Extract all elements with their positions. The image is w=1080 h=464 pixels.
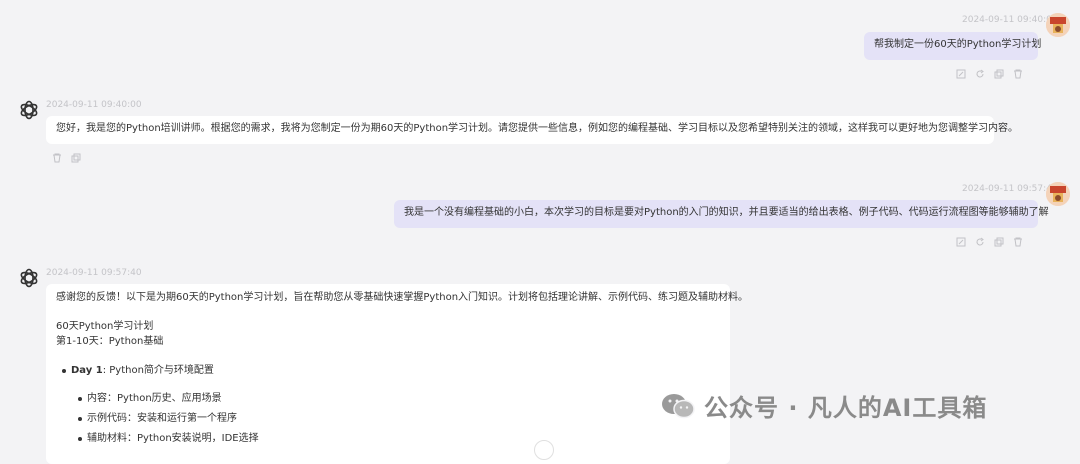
refresh-icon[interactable] [975,69,985,79]
assistant-avatar [18,267,40,289]
message-timestamp: 2024-09-11 09:57:40 [46,268,142,278]
trash-icon[interactable] [1013,237,1023,247]
copy-icon[interactable] [994,237,1004,247]
message-intro: 感谢您的反馈！以下是为期60天的Python学习计划，旨在帮助您从零基础快速掌握… [56,292,749,303]
copy-icon[interactable] [994,69,1004,79]
day-title: : Python简介与环境配置 [102,365,214,376]
edit-icon[interactable] [956,69,966,79]
bullet-icon [78,397,82,401]
plan-item: 示例代码：安装和运行第一个程序 [87,413,237,424]
assistant-message-bubble: 感谢您的反馈！以下是为期60天的Python学习计划，旨在帮助您从零基础快速掌握… [46,284,748,464]
trash-icon[interactable] [52,153,62,163]
plan-item: 辅助材料：Python安装说明，IDE选择 [87,433,259,444]
user-avatar [1046,13,1070,37]
message-text: 您好，我是您的Python培训讲师。根据您的需求，我将为您制定一份为期60天的P… [56,123,1019,134]
day-heading: Day 1: Python简介与环境配置 [71,364,214,378]
user-message-bubble: 我是一个没有编程基础的小白，本次学习的目标是要对Python的入门的知识，并且要… [394,200,1049,228]
wechat-icon [662,393,695,418]
message-timestamp: 2024-09-11 09:40:00 [46,100,142,110]
user-message-bubble: 帮我制定一份60天的Python学习计划 [864,32,1042,60]
assistant-message-bubble: 您好，我是您的Python培训讲师。根据您的需求，我将为您制定一份为期60天的P… [46,116,1018,144]
bullet-icon [62,369,66,373]
scroll-down-button[interactable] [534,440,554,460]
assistant-avatar [18,99,40,121]
openai-logo-icon [20,100,38,120]
trash-icon[interactable] [1013,69,1023,79]
message-text: 帮我制定一份60天的Python学习计划 [874,39,1042,50]
message-actions [956,237,1023,247]
plan-item: 内容：Python历史、应用场景 [87,393,222,404]
message-actions [956,69,1023,79]
plan-section: 第1-10天：Python基础 [56,336,164,347]
plan-title: 60天Python学习计划 [56,321,154,332]
refresh-icon[interactable] [975,237,985,247]
watermark: 公众号 · 凡人的AI工具箱 [660,388,987,423]
edit-icon[interactable] [956,237,966,247]
message-timestamp: 2024-09-11 09:40:00 [962,15,1058,25]
bullet-icon [78,417,82,421]
message-actions [52,153,81,163]
bullet-icon [78,437,82,441]
openai-logo-icon [20,268,38,288]
user-avatar [1046,182,1070,206]
day-label: Day 1 [71,365,103,376]
watermark-text: 公众号 · 凡人的AI工具箱 [704,394,988,422]
copy-icon[interactable] [71,153,81,163]
message-timestamp: 2024-09-11 09:57:40 [962,184,1058,194]
message-text: 我是一个没有编程基础的小白，本次学习的目标是要对Python的入门的知识，并且要… [404,207,1049,218]
